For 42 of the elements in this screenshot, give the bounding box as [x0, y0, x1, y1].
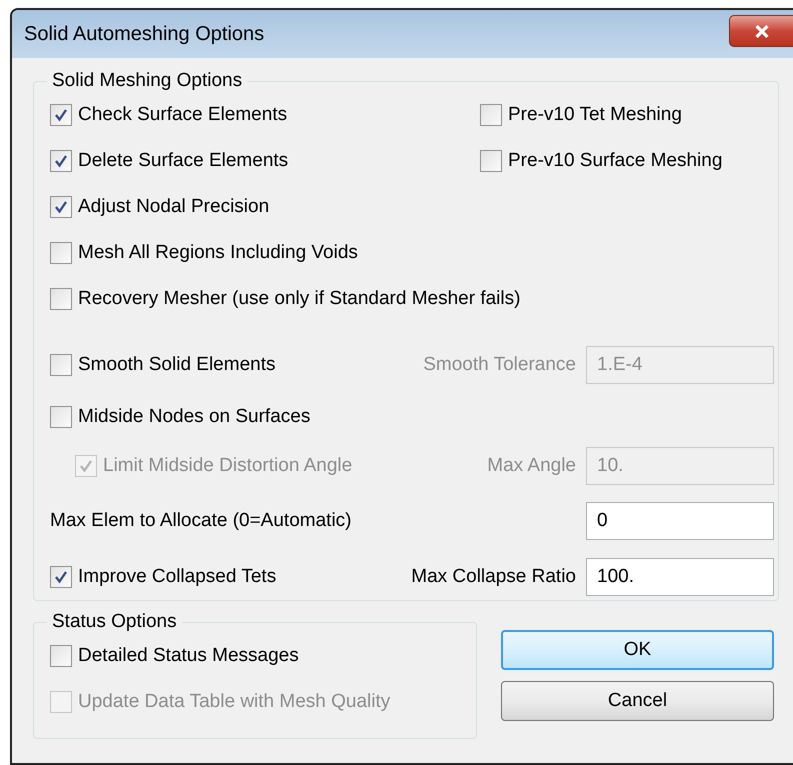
window-title: Solid Automeshing Options: [24, 22, 264, 46]
checkbox[interactable]: [480, 150, 502, 172]
checkbox-label: Pre-v10 Surface Meshing: [508, 150, 722, 172]
close-icon: [754, 24, 770, 38]
close-button[interactable]: [729, 15, 793, 47]
checkbox-label: Check Surface Elements: [78, 104, 288, 126]
ok-button[interactable]: OK: [501, 630, 774, 670]
field-label: Max Angle: [487, 455, 576, 477]
checkbox[interactable]: [50, 288, 72, 310]
checkbox-label: Update Data Table with Mesh Quality: [78, 691, 390, 713]
text-field[interactable]: 0: [586, 502, 774, 540]
checkbox-label: Smooth Solid Elements: [78, 354, 276, 376]
checked-checkbox[interactable]: [50, 150, 72, 172]
check-icon: [53, 107, 69, 123]
checkbox-label: Delete Surface Elements: [78, 150, 288, 172]
checkbox[interactable]: [50, 645, 72, 667]
checkbox-label: Adjust Nodal Precision: [78, 196, 270, 218]
cancel-button[interactable]: Cancel: [501, 681, 774, 721]
checked-checkbox[interactable]: [50, 566, 72, 588]
checkbox-label: Detailed Status Messages: [78, 645, 299, 667]
checkbox[interactable]: [50, 406, 72, 428]
text-field[interactable]: 100.: [586, 558, 774, 596]
checkbox-label: Improve Collapsed Tets: [78, 566, 276, 588]
checkbox-label: Midside Nodes on Surfaces: [78, 406, 310, 428]
checkbox-label: Limit Midside Distortion Angle: [103, 455, 352, 477]
checkbox[interactable]: [50, 354, 72, 376]
check-icon: [53, 199, 69, 215]
group-title: Solid Meshing Options: [51, 70, 244, 92]
field-label: Max Collapse Ratio: [411, 566, 576, 588]
checkbox-label: Pre-v10 Tet Meshing: [508, 104, 682, 126]
check-icon: [53, 569, 69, 585]
group-title: Status Options: [51, 611, 178, 633]
checkbox[interactable]: [50, 242, 72, 264]
field-label: Max Elem to Allocate (0=Automatic): [50, 510, 352, 532]
field-label: Smooth Tolerance: [423, 354, 576, 376]
checked-checkbox[interactable]: [50, 196, 72, 218]
check-icon: [53, 153, 69, 169]
checkbox-label: Recovery Mesher (use only if Standard Mesher fails): [78, 288, 520, 310]
checkbox[interactable]: [480, 104, 502, 126]
checked-checkbox[interactable]: [50, 104, 72, 126]
checkbox-label: Mesh All Regions Including Voids: [78, 242, 358, 264]
check-icon: [78, 458, 94, 474]
